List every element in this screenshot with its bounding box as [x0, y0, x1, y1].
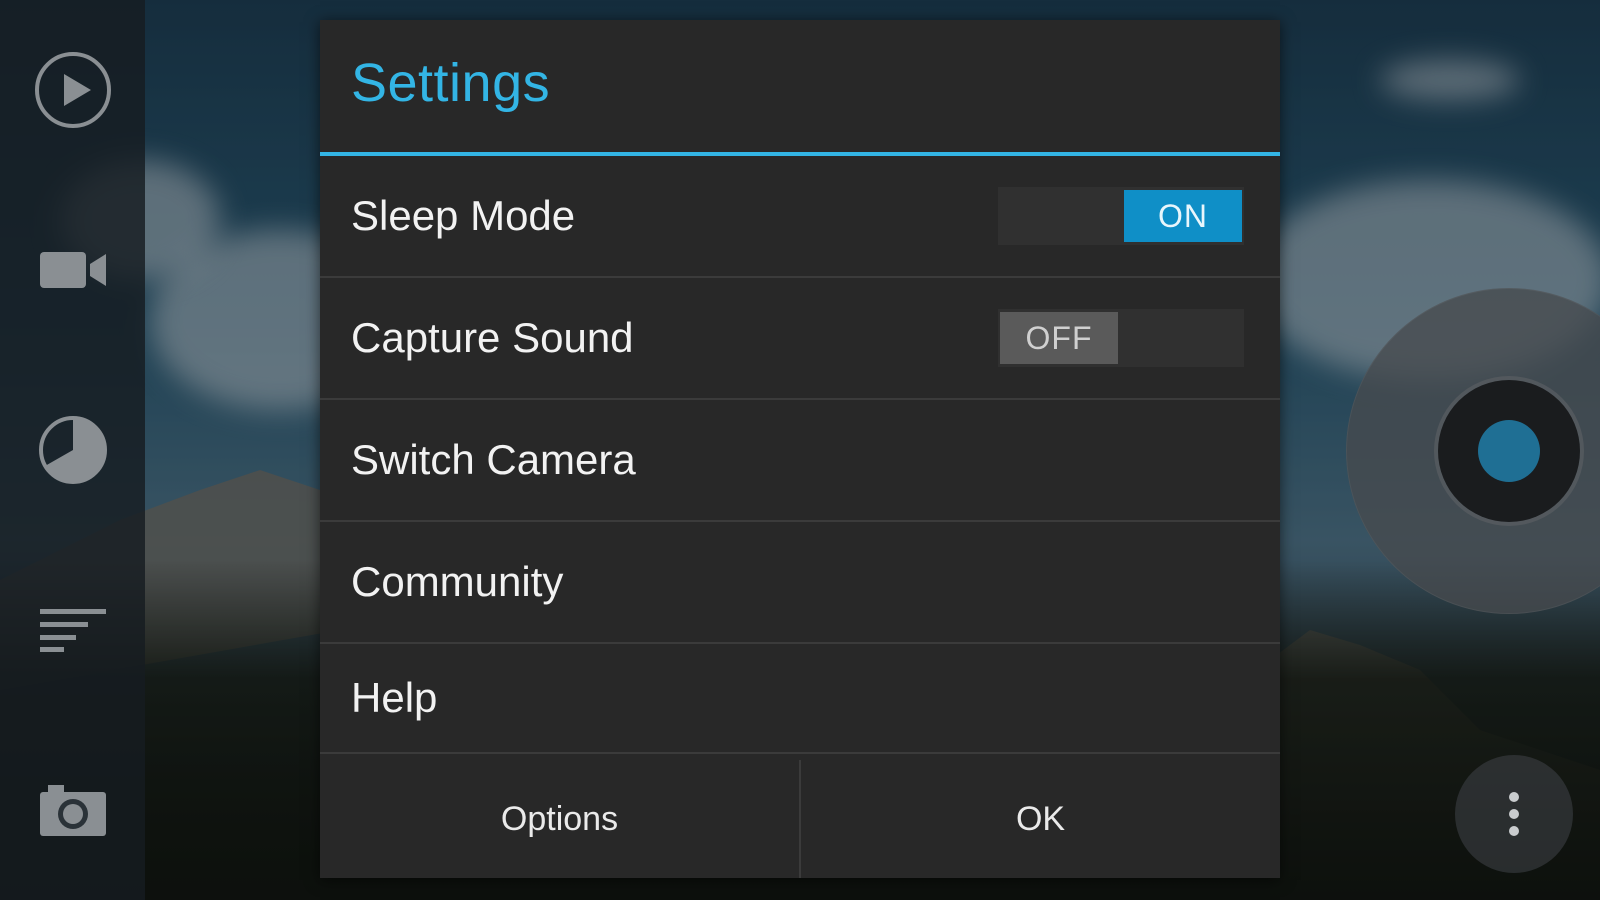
ok-button[interactable]: OK: [799, 760, 1280, 878]
settings-row-label: Switch Camera: [351, 436, 636, 483]
more-vert-icon: [1509, 792, 1519, 836]
shutter-dot-icon: [1478, 420, 1540, 482]
camera-icon: [39, 785, 106, 836]
settings-row-label: Capture Sound: [351, 314, 634, 361]
sleep-mode-toggle[interactable]: ON: [998, 187, 1244, 245]
camera-mode-sidebar: [0, 0, 145, 900]
settings-row-switch-camera[interactable]: Switch Camera: [320, 400, 1280, 522]
settings-row-sleep-mode[interactable]: Sleep Mode ON: [320, 156, 1280, 278]
toggle-thumb: OFF: [1000, 312, 1118, 364]
settings-row-label: Sleep Mode: [351, 192, 576, 239]
play-button[interactable]: [0, 25, 145, 155]
video-camera-icon: [39, 252, 106, 288]
settings-row-capture-sound[interactable]: Capture Sound OFF: [320, 278, 1280, 400]
settings-row-label: Community: [351, 558, 564, 605]
overflow-menu-button[interactable]: [1455, 755, 1573, 873]
menu-lines-icon: [39, 609, 106, 652]
settings-row-help[interactable]: Help: [320, 644, 1280, 754]
settings-dialog: Settings Sleep Mode ON Capture Sound OFF…: [320, 20, 1280, 878]
dialog-header: Settings: [320, 20, 1280, 156]
options-button[interactable]: Options: [320, 760, 799, 878]
timer-icon: [38, 416, 107, 484]
capture-sound-toggle[interactable]: OFF: [998, 309, 1244, 367]
toggle-thumb: ON: [1124, 190, 1242, 242]
settings-row-community[interactable]: Community: [320, 522, 1280, 644]
video-mode-button[interactable]: [0, 205, 145, 335]
photo-mode-button[interactable]: [0, 745, 145, 875]
play-icon: [34, 52, 111, 128]
filters-button[interactable]: [0, 565, 145, 695]
settings-row-label: Help: [351, 674, 438, 721]
dialog-title: Settings: [351, 53, 551, 113]
dialog-footer: Options OK: [320, 760, 1280, 878]
timer-button[interactable]: [0, 385, 145, 515]
shutter-button[interactable]: [1438, 380, 1580, 522]
